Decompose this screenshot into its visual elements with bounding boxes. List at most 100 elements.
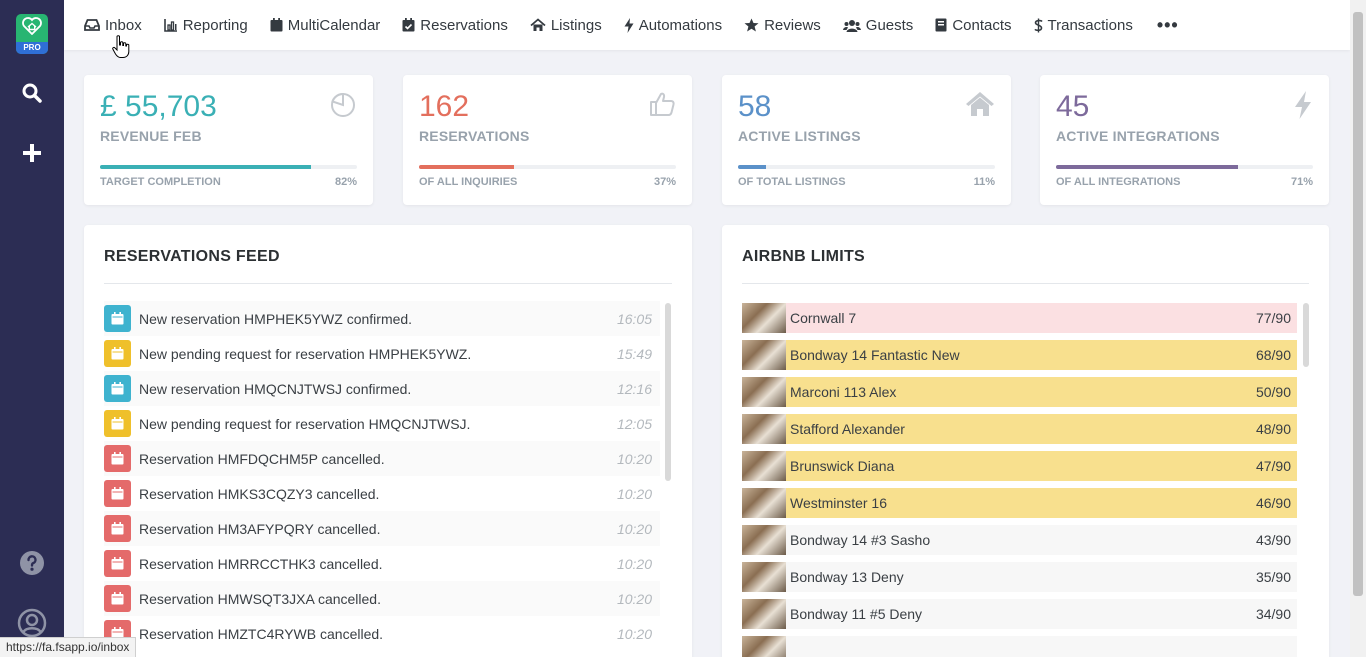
limit-item[interactable]: Bondway 11 #5 Deny 34/90 <box>742 599 1297 629</box>
nav-automations-label: Automations <box>638 16 723 34</box>
feed-item-text: Reservation HM3AFYPQRY cancelled. <box>139 520 381 537</box>
stat-sub-label: OF TOTAL LISTINGS <box>738 176 846 188</box>
stat-progress-fill <box>100 165 311 169</box>
limits-list[interactable]: Cornwall 7 77/90 Bondway 14 Fantastic New 6… <box>742 303 1297 657</box>
limit-item[interactable]: Cornwall 7 77/90 <box>742 303 1297 333</box>
top-navigation: Inbox Reporting MultiCalendar Reservatio… <box>64 0 1350 50</box>
feed-item[interactable]: New pending request for reservation HMQC… <box>104 406 660 441</box>
heart-home-logo-icon <box>22 17 42 35</box>
stat-value: £ 55,703 <box>100 90 217 123</box>
add-button[interactable] <box>17 138 47 168</box>
feed-item-text: Reservation HMKS3CQZY3 cancelled. <box>139 485 380 502</box>
calendar-icon <box>104 550 131 577</box>
feed-item[interactable]: Reservation HMZTC4RYWB cancelled. 10:20 <box>104 616 660 651</box>
limit-item[interactable]: Westminster 16 46/90 <box>742 488 1297 518</box>
feed-item-text: New pending request for reservation HMQC… <box>139 415 471 432</box>
nav-automations[interactable]: Automations <box>624 0 722 50</box>
feed-item-text: Reservation HMRRCCTHK3 cancelled. <box>139 555 383 572</box>
bar-chart-icon <box>163 19 177 32</box>
feed-item-time: 15:49 <box>616 345 652 362</box>
feed-item[interactable]: New pending request for reservation HMPH… <box>104 336 660 371</box>
feed-list[interactable]: New reservation HMPHEK5YWZ confirmed. 16:… <box>104 301 660 651</box>
limit-item[interactable]: Bondway 14 Fantastic New 68/90 <box>742 340 1297 370</box>
listing-limit-value: 46/90 <box>1255 495 1291 511</box>
dollar-icon <box>1033 18 1043 32</box>
listing-limit-value: 47/90 <box>1255 458 1291 474</box>
stat-card-listings: 58 ACTIVE LISTINGS OF TOTAL LISTINGS 11% <box>722 75 1011 205</box>
listing-limit-value: 34/90 <box>1255 606 1291 622</box>
stat-label: RESERVATIONS <box>419 128 530 144</box>
feed-item[interactable]: Reservation HMKS3CQZY3 cancelled. 10:20 <box>104 476 660 511</box>
nav-more-button[interactable]: ••• <box>1157 15 1179 36</box>
stat-value: 58 <box>738 90 772 123</box>
inbox-icon <box>84 19 100 31</box>
user-menu-button[interactable] <box>17 608 47 638</box>
listing-thumbnail <box>742 340 786 370</box>
stat-card-reservations: 162 RESERVATIONS OF ALL INQUIRIES 37% <box>403 75 692 205</box>
limit-item[interactable]: Bondway 14 #3 Sasho 43/90 <box>742 525 1297 555</box>
sidebar: PRO <box>0 0 64 657</box>
limit-item[interactable]: Marconi 113 Alex 50/90 <box>742 377 1297 407</box>
page-scrollbar[interactable] <box>1350 0 1366 657</box>
feed-item[interactable]: Reservation HMRRCCTHK3 cancelled. 10:20 <box>104 546 660 581</box>
calendar-check-icon <box>402 18 415 32</box>
stat-progress-bar <box>1056 165 1313 169</box>
divider <box>104 283 672 284</box>
feed-item-time: 12:05 <box>616 415 652 432</box>
feed-item-text: New reservation HMQCNJTWSJ confirmed. <box>139 380 412 397</box>
listing-limit-value: 68/90 <box>1255 347 1291 363</box>
limit-item[interactable]: Brunswick Diana 47/90 <box>742 451 1297 481</box>
feed-item-time: 10:20 <box>616 555 652 572</box>
thumbs-up-icon <box>650 92 675 116</box>
stat-value: 45 <box>1056 90 1090 123</box>
nav-contacts[interactable]: Contacts <box>935 0 1012 50</box>
limit-item[interactable]: Stafford Alexander 48/90 <box>742 414 1297 444</box>
nav-listings[interactable]: Listings <box>530 0 602 50</box>
nav-guests[interactable]: Guests <box>842 0 913 50</box>
reservations-feed-panel: RESERVATIONS FEED New reservation HMPHEK… <box>84 225 692 657</box>
listing-name: Cornwall 7 <box>790 310 857 326</box>
calendar-icon <box>104 585 131 612</box>
listing-limit-value: 48/90 <box>1255 421 1291 437</box>
stat-label: ACTIVE INTEGRATIONS <box>1056 128 1220 144</box>
feed-item[interactable]: Reservation HM3AFYPQRY cancelled. 10:20 <box>104 511 660 546</box>
limit-item[interactable]: Bondway 13 Deny 35/90 <box>742 562 1297 592</box>
listing-name: Bondway 13 Deny <box>790 569 904 585</box>
nav-reviews[interactable]: Reviews <box>744 0 821 50</box>
listing-thumbnail <box>742 599 786 629</box>
feed-item-time: 10:20 <box>616 450 652 467</box>
bolt-icon <box>624 17 634 33</box>
limits-scrollbar[interactable] <box>1303 303 1309 367</box>
listing-name: Marconi 113 Alex <box>790 384 897 400</box>
calendar-icon <box>104 375 131 402</box>
feed-item[interactable]: New reservation HMQCNJTWSJ confirmed. 12:… <box>104 371 660 406</box>
limit-item[interactable] <box>742 636 1297 657</box>
app-logo[interactable]: PRO <box>16 14 48 54</box>
stat-label: ACTIVE LISTINGS <box>738 128 861 144</box>
stat-sub-label: OF ALL INTEGRATIONS <box>1056 176 1181 188</box>
calendar-icon <box>104 515 131 542</box>
pro-badge: PRO <box>16 42 48 54</box>
listing-name: Stafford Alexander <box>790 421 905 437</box>
users-icon <box>842 19 861 32</box>
page-scrollbar-thumb[interactable] <box>1353 12 1363 596</box>
nav-reporting[interactable]: Reporting <box>163 0 248 50</box>
feed-item[interactable]: Reservation HMWSQT3JXA cancelled. 10:20 <box>104 581 660 616</box>
calendar-icon <box>104 480 131 507</box>
stat-progress-fill <box>738 165 767 169</box>
feed-scrollbar[interactable] <box>665 303 671 481</box>
search-button[interactable] <box>17 78 47 108</box>
nav-transactions[interactable]: Transactions <box>1033 0 1133 50</box>
calendar-icon <box>104 410 131 437</box>
stat-percent: 82% <box>334 176 357 188</box>
help-button[interactable] <box>17 548 47 578</box>
feed-item[interactable]: New reservation HMPHEK5YWZ confirmed. 16:… <box>104 301 660 336</box>
stat-progress-bar <box>419 165 676 169</box>
feed-item[interactable]: Reservation HMFDQCHM5P cancelled. 10:20 <box>104 441 660 476</box>
listing-name: Bondway 11 #5 Deny <box>790 606 923 622</box>
nav-multicalendar[interactable]: MultiCalendar <box>270 0 380 50</box>
nav-listings-label: Listings <box>550 16 602 34</box>
nav-reservations[interactable]: Reservations <box>402 0 508 50</box>
stat-percent: 11% <box>973 176 995 188</box>
status-bar-url: https://fa.fsapp.io/inbox <box>0 637 137 657</box>
